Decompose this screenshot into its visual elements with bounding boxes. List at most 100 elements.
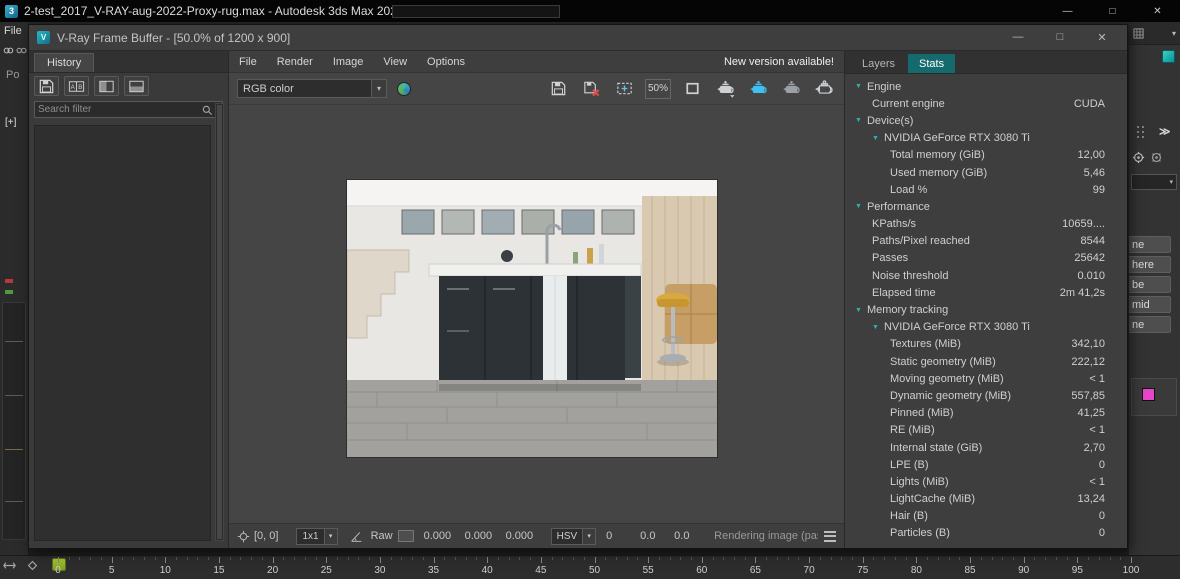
stats-row: Noise threshold0.010 bbox=[845, 267, 1127, 284]
render-button[interactable] bbox=[746, 77, 770, 101]
toolbar-fragment: ▾ bbox=[1129, 22, 1180, 45]
history-tabrow: History bbox=[29, 51, 228, 73]
region-render-button[interactable] bbox=[612, 77, 636, 101]
clipped-primitive-button[interactable]: mid bbox=[1129, 296, 1171, 313]
vfb-statusbar: [0, 0] 1x1 ▾ Raw 0.0000.0000.000 HSV ▾ 0… bbox=[229, 523, 844, 548]
vfb-menu-render[interactable]: Render bbox=[267, 52, 323, 72]
stats-value: 557,85 bbox=[1071, 390, 1105, 402]
stats-row: Dynamic geometry (MiB) 557,85 bbox=[845, 387, 1127, 404]
timeline-tick bbox=[230, 557, 231, 560]
vfb-titlebar[interactable]: V V-Ray Frame Buffer - [50.0% of 1200 x … bbox=[29, 25, 1127, 51]
timeline-tick bbox=[562, 557, 563, 560]
history-scrollbar[interactable] bbox=[215, 103, 224, 541]
vfb-menu-file[interactable]: File bbox=[229, 52, 267, 72]
timeline-tick bbox=[251, 557, 252, 560]
clipped-primitive-button[interactable]: here bbox=[1129, 256, 1171, 273]
viewport-label-fragment[interactable]: [+] bbox=[5, 117, 16, 128]
pixel-color-swatch bbox=[398, 530, 414, 542]
compare-vertical-button[interactable] bbox=[94, 76, 119, 96]
object-color-swatch[interactable] bbox=[1142, 388, 1155, 401]
vfb-menu-options[interactable]: Options bbox=[417, 52, 475, 72]
vray-icon: V bbox=[37, 31, 50, 44]
expand-arrow-icon[interactable]: ▼ bbox=[855, 117, 862, 124]
color-sphere-icon[interactable] bbox=[397, 82, 411, 96]
stats-label: Particles (B) bbox=[890, 527, 950, 539]
maximize-button[interactable]: □ bbox=[1090, 0, 1135, 22]
gear2-icon[interactable] bbox=[1149, 150, 1164, 165]
max-menu-file-fragment[interactable]: File bbox=[4, 25, 22, 37]
compare-ab-button[interactable]: AB bbox=[64, 76, 89, 96]
save-image-button[interactable] bbox=[546, 77, 570, 101]
expand-arrow-icon[interactable]: ▼ bbox=[855, 307, 862, 314]
timeline-tick bbox=[176, 557, 177, 560]
timeline-tick bbox=[916, 557, 917, 563]
stats-value: 0 bbox=[1099, 459, 1105, 471]
expand-arrow-icon[interactable]: ▼ bbox=[872, 324, 879, 331]
timeline-tick bbox=[1034, 557, 1035, 560]
timeline-tick bbox=[648, 557, 649, 563]
timeline-tick bbox=[519, 557, 520, 560]
timeline-tick bbox=[745, 557, 746, 560]
history-list[interactable] bbox=[34, 125, 211, 541]
timeline-tick bbox=[959, 557, 960, 560]
viewport-cube-icon[interactable] bbox=[1162, 50, 1175, 63]
timeline-tick bbox=[1131, 557, 1132, 563]
vfb-maximize-button[interactable]: □ bbox=[1047, 31, 1073, 44]
save-history-button[interactable] bbox=[34, 76, 59, 96]
panel-overflow-chevrons[interactable]: ≫ bbox=[1159, 125, 1171, 138]
timeline-frame-label: 60 bbox=[696, 565, 707, 576]
render-canvas[interactable] bbox=[229, 105, 844, 523]
test-resolution-button[interactable]: 50% bbox=[645, 79, 671, 99]
gear-icon[interactable] bbox=[1131, 150, 1146, 165]
vfb-menu-view[interactable]: View bbox=[373, 52, 417, 72]
clipped-primitive-button[interactable]: ne bbox=[1129, 236, 1171, 253]
search-input[interactable] bbox=[38, 104, 201, 115]
keyframe-icon[interactable] bbox=[26, 559, 39, 572]
interactive-render-button[interactable] bbox=[779, 77, 803, 101]
stats-label: Static geometry (MiB) bbox=[890, 356, 996, 368]
expand-arrow-icon[interactable]: ▼ bbox=[872, 135, 879, 142]
statusbar-menu-icon[interactable] bbox=[824, 531, 836, 542]
clipped-primitive-button[interactable]: ne bbox=[1129, 316, 1171, 333]
dropdown-fragment[interactable]: ▾ bbox=[1131, 174, 1177, 190]
clear-image-button[interactable] bbox=[579, 77, 603, 101]
max-right-panel-fragment: ▾ ≫ ▾ ne here be mid ne bbox=[1129, 22, 1180, 555]
hsv-select[interactable]: HSV ▾ bbox=[551, 528, 597, 545]
timeline-tick bbox=[219, 557, 220, 563]
vfb-close-button[interactable]: ✕ bbox=[1089, 31, 1115, 44]
tab-stats[interactable]: Stats bbox=[908, 54, 955, 73]
new-version-label[interactable]: New version available! bbox=[724, 56, 834, 68]
close-button[interactable]: ✕ bbox=[1135, 0, 1180, 22]
stats-row: ▼Device(s) bbox=[845, 112, 1127, 129]
channel-value: 0.0 bbox=[640, 530, 666, 542]
channel-value: RGB color bbox=[238, 83, 371, 95]
tab-history[interactable]: History bbox=[34, 53, 94, 72]
expand-arrow-icon[interactable]: ▼ bbox=[855, 83, 862, 90]
track-mode-icon[interactable] bbox=[3, 559, 16, 572]
stats-value: 10659.... bbox=[1062, 218, 1105, 230]
stats-label: Noise threshold bbox=[872, 270, 948, 282]
stats-label: NVIDIA GeForce RTX 3080 Ti bbox=[884, 321, 1030, 333]
timeline[interactable]: 0510152025303540455055606570758085909510… bbox=[0, 555, 1180, 579]
viewport-follow-button[interactable] bbox=[680, 77, 704, 101]
timeline-tick bbox=[337, 557, 338, 560]
stats-label: LightCache (MiB) bbox=[890, 493, 975, 505]
svg-text:B: B bbox=[78, 84, 82, 91]
stats-label: Dynamic geometry (MiB) bbox=[890, 390, 1011, 402]
zoom-select[interactable]: 1x1 ▾ bbox=[296, 528, 337, 545]
timeline-tick bbox=[906, 557, 907, 560]
stop-render-button[interactable] bbox=[812, 77, 836, 101]
render-last-button[interactable] bbox=[713, 77, 737, 101]
compare-horizontal-button[interactable] bbox=[124, 76, 149, 96]
minimize-button[interactable]: — bbox=[1045, 0, 1090, 22]
tab-layers[interactable]: Layers bbox=[851, 54, 906, 73]
timeline-tick bbox=[659, 557, 660, 560]
vfb-minimize-button[interactable]: — bbox=[1005, 31, 1031, 44]
stats-label: KPaths/s bbox=[872, 218, 916, 230]
vfb-menu-image[interactable]: Image bbox=[323, 52, 374, 72]
clipped-primitive-button[interactable]: be bbox=[1129, 276, 1171, 293]
chevron-down-icon[interactable]: ▾ bbox=[1172, 29, 1176, 38]
expand-arrow-icon[interactable]: ▼ bbox=[855, 203, 862, 210]
channel-select[interactable]: RGB color ▾ bbox=[237, 79, 387, 98]
timeline-tick bbox=[1120, 557, 1121, 560]
